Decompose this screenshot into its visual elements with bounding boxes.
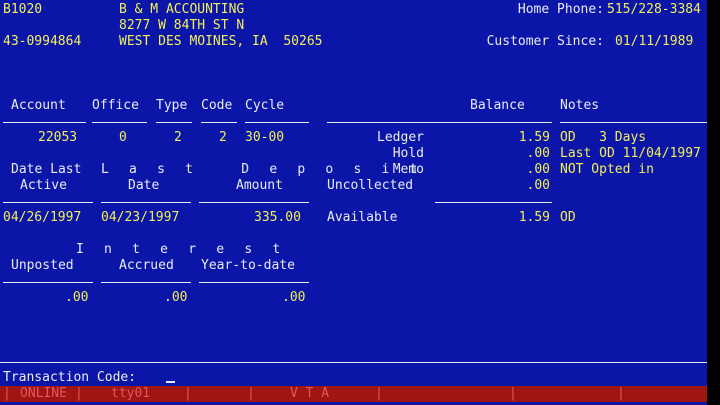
home-phone-label: Home Phone:: [517, 2, 604, 17]
balance-header: Balance: [470, 98, 525, 113]
hold-label: Hold: [392, 146, 424, 161]
status-bar: | ONLINE | tty01 | | V T A | | |: [0, 386, 707, 402]
home-phone-value: 515/228-3384: [607, 2, 701, 17]
balance-total-rule: [435, 202, 552, 203]
customer-id: 43-0994864: [3, 34, 82, 49]
type-header: Type: [156, 98, 188, 113]
available-amount: 1.59: [518, 210, 550, 225]
last-deposit-group-label: L a s t D e p o s i t: [101, 162, 424, 177]
address-line-1: 8277 W 84TH ST N: [119, 18, 245, 33]
address-line-2: WEST DES MOINES, IA 50265: [119, 34, 323, 49]
last-deposit-amount-underline: [199, 202, 309, 203]
hold-note: Last OD 11/04/1997: [560, 146, 701, 161]
cycle-underline: [245, 122, 309, 123]
transaction-code-label: Transaction Code:: [3, 370, 137, 385]
status-terminal: tty01: [111, 386, 151, 401]
last-deposit-amount-value: 335.00: [254, 210, 301, 225]
ledger-label: Ledger: [377, 130, 424, 145]
date-last-active-label-1: Date Last: [11, 162, 82, 177]
terminal-screen: B1020 B & M ACCOUNTING 8277 W 84TH ST N …: [0, 0, 707, 405]
interest-ytd-underline: [199, 282, 309, 283]
interest-unposted-header: Unposted: [11, 258, 74, 273]
bottom-separator: [0, 362, 707, 363]
uncollected-label: Uncollected: [327, 178, 414, 193]
account-underline: [3, 122, 86, 123]
code-value: 2: [219, 130, 227, 145]
notes-underline: [560, 122, 707, 123]
date-last-active-label-2: Active: [20, 178, 67, 193]
available-label: Available: [327, 210, 398, 225]
ledger-amount: 1.59: [518, 130, 550, 145]
memo-note: NOT Opted in: [560, 162, 654, 177]
customer-since-value: 01/11/1989: [615, 34, 694, 49]
interest-accrued-value: .00: [164, 290, 188, 305]
office-header: Office: [92, 98, 139, 113]
interest-accrued-underline: [101, 282, 191, 283]
interest-unposted-underline: [3, 282, 93, 283]
status-mode: V T A: [290, 386, 330, 401]
interest-accrued-header: Accrued: [119, 258, 174, 273]
status-online: ONLINE: [20, 386, 67, 401]
date-last-active-value: 04/26/1997: [3, 210, 82, 225]
office-underline: [92, 122, 147, 123]
customer-code: B1020: [3, 2, 43, 17]
text-cursor: [166, 381, 175, 383]
account-header: Account: [11, 98, 66, 113]
last-deposit-date-label: Date: [128, 178, 160, 193]
interest-group-label: I n t e r e s t: [76, 242, 287, 257]
memo-label: Memo: [392, 162, 424, 177]
type-value: 2: [174, 130, 182, 145]
cycle-value: 30-00: [245, 130, 285, 145]
last-deposit-amount-label: Amount: [236, 178, 283, 193]
cycle-header: Cycle: [245, 98, 285, 113]
hold-amount: .00: [526, 146, 550, 161]
date-last-active-underline: [3, 202, 93, 203]
memo-amount: .00: [526, 162, 550, 177]
balance-underline: [327, 122, 552, 123]
interest-ytd-value: .00: [282, 290, 306, 305]
office-value: 0: [119, 130, 127, 145]
last-deposit-date-value: 04/23/1997: [101, 210, 180, 225]
interest-unposted-value: .00: [65, 290, 89, 305]
code-header: Code: [201, 98, 233, 113]
account-value: 22053: [38, 130, 78, 145]
code-underline: [201, 122, 237, 123]
available-note: OD: [560, 210, 576, 225]
notes-header: Notes: [560, 98, 600, 113]
type-underline: [156, 122, 192, 123]
interest-ytd-header: Year-to-date: [201, 258, 295, 273]
last-deposit-date-underline: [101, 202, 191, 203]
uncollected-amount: .00: [526, 178, 550, 193]
ledger-note: OD 3 Days: [560, 130, 647, 145]
customer-since-label: Customer Since:: [486, 34, 604, 49]
customer-name: B & M ACCOUNTING: [119, 2, 245, 17]
